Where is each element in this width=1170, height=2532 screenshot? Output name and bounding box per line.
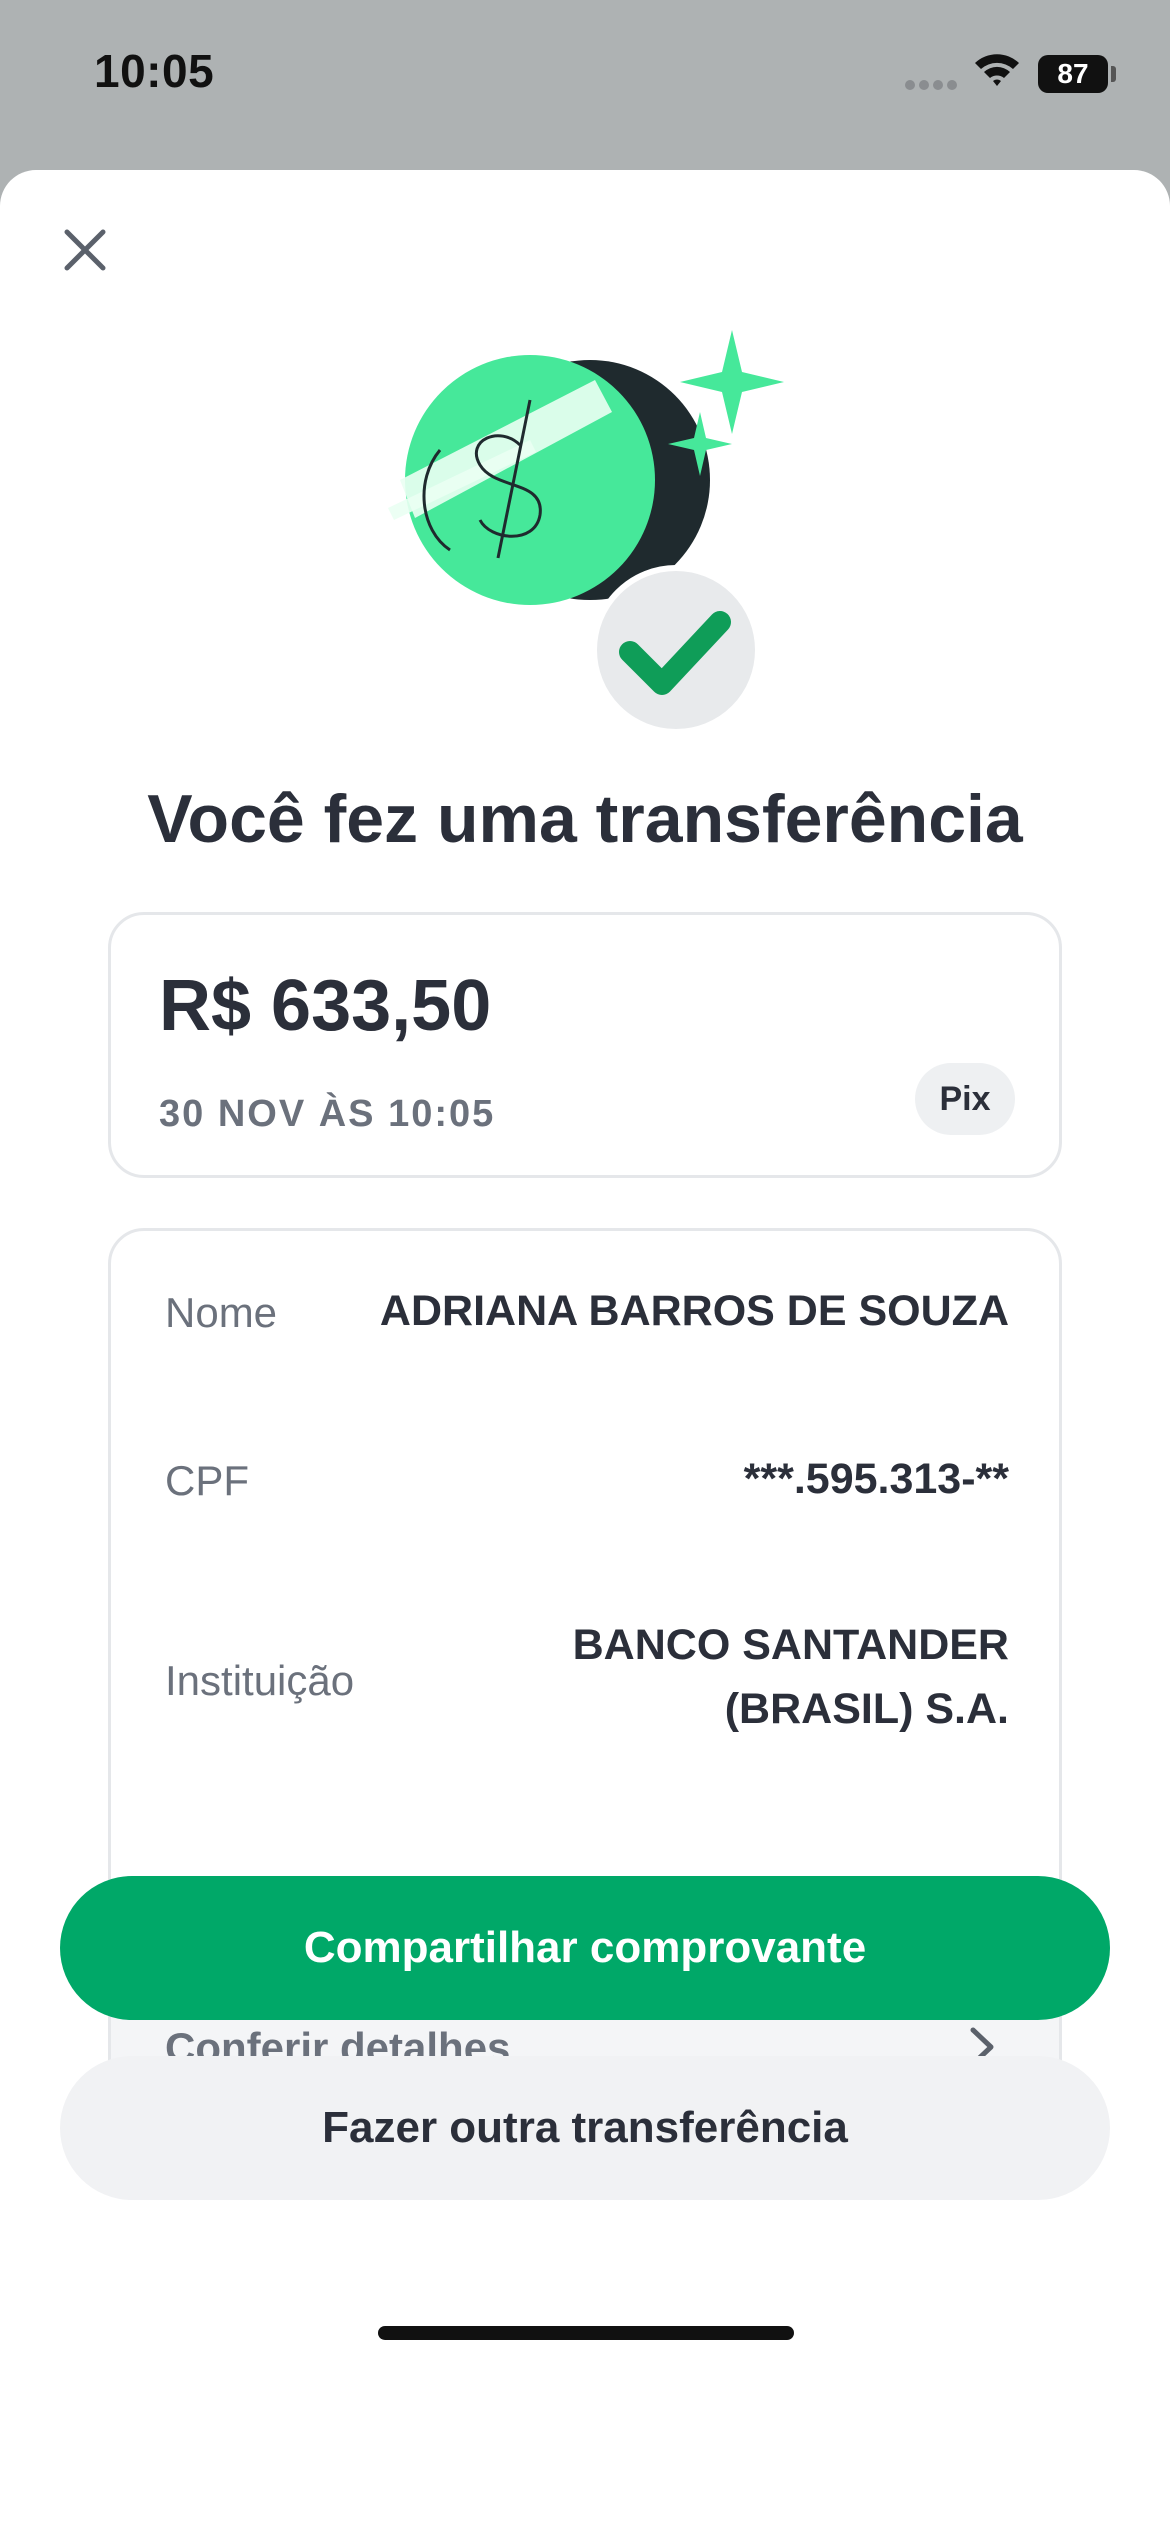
amount-card: R$ 633,50 30 NOV ÀS 10:05 Pix [108, 912, 1062, 1178]
institution-label: Instituição [165, 1657, 355, 1704]
close-button[interactable] [50, 215, 120, 285]
cpf-label: CPF [165, 1457, 249, 1504]
new-transfer-button[interactable]: Fazer outra transferência [60, 2056, 1110, 2200]
cpf-value: ***.595.313-** [743, 1455, 1009, 1503]
close-icon [64, 229, 106, 271]
page-title: Você fez uma transferência [147, 781, 1023, 857]
cellular-signal-icon [905, 80, 957, 90]
institution-value-line2: (BRASIL) S.A. [724, 1685, 1009, 1733]
institution-value-line1: BANCO SANTANDER [572, 1621, 1009, 1669]
name-label: Nome [165, 1289, 278, 1336]
home-indicator [378, 2326, 794, 2340]
transfer-amount: R$ 633,50 [159, 966, 492, 1046]
battery-icon: 87 [1038, 55, 1108, 93]
wifi-icon [975, 54, 1019, 86]
transfer-date: 30 NOV ÀS 10:05 [159, 1093, 496, 1135]
status-bar: 10:05 87 [0, 0, 1170, 150]
name-value: ADRIANA BARROS DE SOUZA [379, 1287, 1009, 1335]
pix-badge: Pix [915, 1063, 1015, 1135]
status-time: 10:05 [94, 45, 215, 97]
battery-cap [1111, 66, 1116, 82]
money-success-illustration [388, 330, 784, 730]
share-receipt-button[interactable]: Compartilhar comprovante [60, 1876, 1110, 2020]
